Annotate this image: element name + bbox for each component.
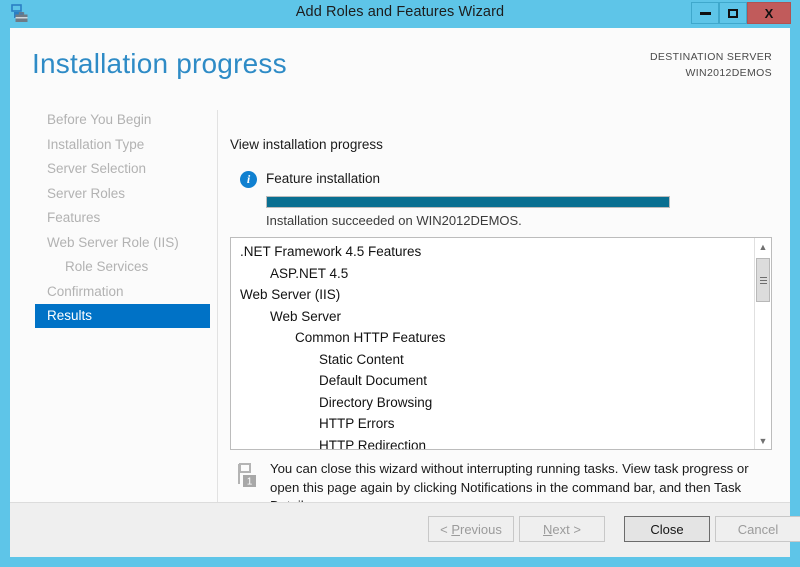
next-accel: N — [543, 521, 553, 537]
footer-button-bar: < Previous Next > Close Cancel — [10, 502, 800, 557]
client-area: Installation progress DESTINATION SERVER… — [10, 28, 800, 557]
list-item[interactable]: Common HTTP Features — [231, 327, 751, 349]
wizard-window: Add Roles and Features Wizard X Installa… — [0, 0, 800, 567]
page-header: Installation progress DESTINATION SERVER… — [10, 28, 790, 100]
maximize-icon — [728, 8, 738, 18]
minimize-icon — [699, 11, 711, 15]
sidebar-item-installation-type[interactable]: Installation Type — [35, 133, 210, 157]
installed-features-list[interactable]: .NET Framework 4.5 Features ASP.NET 4.5 We… — [230, 237, 772, 450]
page-title: Installation progress — [32, 48, 287, 79]
previous-accel: P — [451, 521, 460, 537]
previous-button[interactable]: < Previous — [428, 516, 514, 542]
destination-server-name: WIN2012DEMOS — [685, 67, 772, 79]
sidebar-item-server-selection[interactable]: Server Selection — [35, 157, 210, 181]
window-title: Add Roles and Features Wizard — [295, 4, 505, 20]
scrollbar-thumb[interactable] — [756, 258, 770, 302]
installation-progress-bar — [266, 196, 670, 208]
sidebar-item-server-roles[interactable]: Server Roles — [35, 182, 210, 206]
progress-status-text: Installation succeeded on WIN2012DEMOS. — [266, 213, 522, 228]
sidebar-item-web-server-role-iis[interactable]: Web Server Role (IIS) — [35, 231, 210, 255]
close-button[interactable]: Close — [624, 516, 710, 542]
installed-features-items: .NET Framework 4.5 Features ASP.NET 4.5 We… — [231, 241, 751, 450]
sidebar-item-results[interactable]: Results — [35, 304, 210, 328]
section-label: View installation progress — [230, 137, 383, 152]
sidebar-item-confirmation[interactable]: Confirmation — [35, 280, 210, 304]
scrollbar-grip-icon — [759, 276, 767, 285]
title-bar[interactable]: Add Roles and Features Wizard X — [0, 0, 800, 28]
wizard-steps-nav: Before You Begin Installation Type Server … — [10, 108, 215, 528]
info-icon: i — [240, 171, 257, 188]
list-item[interactable]: Default Document — [231, 370, 751, 392]
list-scrollbar[interactable]: ▲ ▼ — [754, 238, 771, 449]
progress-bar-fill — [267, 197, 669, 207]
scroll-up-icon[interactable]: ▲ — [755, 238, 771, 255]
notification-count: 1 — [247, 477, 253, 488]
notification-flag-icon: 1 — [236, 462, 262, 490]
list-item[interactable]: Directory Browsing — [231, 392, 751, 414]
list-item[interactable]: ASP.NET 4.5 — [231, 263, 751, 285]
list-item[interactable]: Static Content — [231, 349, 751, 371]
list-item[interactable]: Web Server — [231, 306, 751, 328]
list-item[interactable]: HTTP Redirection — [231, 435, 751, 450]
list-item[interactable]: Web Server (IIS) — [231, 284, 751, 306]
next-button[interactable]: Next > — [519, 516, 605, 542]
list-item[interactable]: .NET Framework 4.5 Features — [231, 241, 751, 263]
destination-server-block: DESTINATION SERVER WIN2012DEMOS — [650, 49, 772, 81]
sidebar-item-role-services[interactable]: Role Services — [35, 255, 210, 279]
cancel-button[interactable]: Cancel — [715, 516, 800, 542]
minimize-button[interactable] — [691, 2, 719, 24]
scroll-down-icon[interactable]: ▼ — [755, 432, 771, 449]
list-item[interactable]: HTTP Errors — [231, 413, 751, 435]
sidebar-divider — [217, 110, 218, 518]
sidebar-item-features[interactable]: Features — [35, 206, 210, 230]
sidebar-item-before-you-begin[interactable]: Before You Begin — [35, 108, 210, 132]
close-window-button[interactable]: X — [747, 2, 791, 24]
destination-server-label: DESTINATION SERVER — [649, 51, 772, 63]
feature-installation-label: Feature installation — [266, 171, 381, 186]
maximize-button[interactable] — [719, 2, 747, 24]
